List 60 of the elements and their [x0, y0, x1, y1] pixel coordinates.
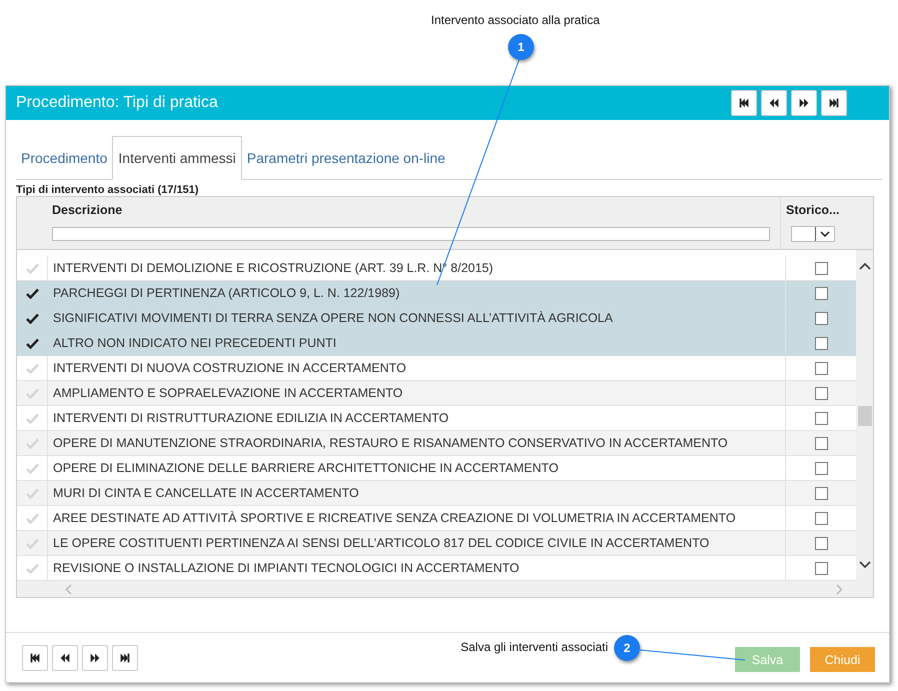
description-cell: ALTRO NON INDICATO NEI PRECEDENTI PUNTI [53, 336, 336, 350]
chevron-down-icon[interactable] [858, 561, 870, 569]
callout-badge: 1 [508, 34, 534, 60]
storico-checkbox[interactable] [814, 512, 828, 524]
next-page-button[interactable] [82, 644, 108, 670]
storico-checkbox[interactable] [814, 536, 828, 550]
chevron-up-icon[interactable] [858, 262, 870, 270]
prev-page-button[interactable] [52, 644, 78, 670]
caret-icon [820, 231, 830, 237]
skip-back-icon [737, 96, 751, 110]
filter-dropdown[interactable] [791, 226, 835, 242]
description-cell: MURI DI CINTA E CANCELLATE IN ACCERTAMENTO [53, 486, 359, 500]
scrollbar-thumb[interactable] [858, 406, 872, 426]
annotation-text: Salva gli interventi associati [460, 640, 608, 654]
tab[interactable]: Interventi ammessi [112, 136, 242, 180]
storico-checkbox[interactable] [814, 262, 828, 274]
storico-checkbox[interactable] [814, 286, 828, 300]
fast-forward-icon [797, 96, 811, 110]
description-cell: REVISIONE O INSTALLAZIONE DI IMPIANTI TECNOLOGICI IN ACCERTAMENTO [53, 561, 520, 575]
storico-checkbox[interactable] [814, 362, 828, 374]
tab[interactable]: Parametri presentazione on-line [242, 137, 450, 179]
description-cell: OPERE DI MANUTENZIONE STRAORDINARIA, RESTAURO E RISANAMENTO CONSERVATIVO IN ACCERTAMENTO [53, 436, 728, 450]
description-cell: INTERVENTI DI NUOVA COSTRUZIONE IN ACCERTAMENTO [53, 361, 406, 375]
next-page-button[interactable] [791, 90, 817, 116]
description-cell: INTERVENTI DI RISTRUTTURAZIONE EDILIZIA IN ACCERTAMENTO [53, 411, 449, 425]
rewind-icon [767, 96, 781, 110]
column-header: Descrizione [52, 203, 124, 217]
skip-back-icon [28, 650, 42, 664]
storico-checkbox[interactable] [814, 486, 828, 500]
last-page-button[interactable] [821, 90, 847, 116]
storico-checkbox[interactable] [814, 412, 828, 424]
window-title: Procedimento: Tipi di pratica [16, 94, 218, 112]
description-cell: OPERE DI ELIMINAZIONE DELLE BARRIERE ARCHITETTONICHE IN ACCERTAMENTO [53, 461, 558, 475]
first-page-button[interactable] [731, 90, 757, 116]
storico-checkbox[interactable] [814, 386, 828, 400]
first-page-button[interactable] [22, 644, 48, 670]
filter-field[interactable] [52, 227, 770, 241]
description-cell: PARCHEGGI DI PERTINENZA (ARTICOLO 9, L. N. 122/1989) [53, 286, 400, 300]
storico-checkbox[interactable] [814, 436, 828, 450]
description-cell: SIGNIFICATIVI MOVIMENTI DI TERRA SENZA OPERE NON CONNESSI ALL’ATTIVITÀ AGRICOLA [53, 311, 613, 325]
storico-checkbox[interactable] [814, 336, 828, 350]
fast-forward-icon [88, 650, 102, 664]
grid-caption: Tipi di intervento associati (17/151) [16, 184, 200, 196]
description-cell: AMPLIAMENTO E SOPRAELEVAZIONE IN ACCERTAMENTO [53, 386, 403, 400]
vertical-scrollbar[interactable] [856, 250, 873, 581]
checkmark-icon[interactable] [26, 288, 38, 298]
annotation-text: Intervento associato alla pratica [431, 13, 600, 27]
description-cell: LE OPERE COSTITUENTI PERTINENZA AI SENSI DELL’ARTICOLO 817 DEL CODICE CIVILE IN ACCERTAMENTO [53, 536, 710, 550]
storico-checkbox[interactable] [814, 462, 828, 474]
description-cell: AREE DESTINATE AD ATTIVITÀ SPORTIVE E RICREATIVE SENZA CREAZIONE DI VOLUMETRIA IN ACCERTAMENTO [53, 511, 736, 525]
checkmark-icon[interactable] [26, 312, 38, 324]
prev-page-button[interactable] [761, 90, 787, 116]
skip-forward-icon [827, 96, 841, 110]
column-header: Storico... [786, 203, 840, 217]
storico-checkbox[interactable] [814, 562, 828, 574]
checkmark-icon[interactable] [26, 338, 38, 348]
storico-checkbox[interactable] [814, 312, 828, 324]
skip-forward-icon [118, 650, 132, 664]
tab[interactable]: Procedimento [16, 137, 112, 179]
last-page-button[interactable] [112, 644, 138, 670]
